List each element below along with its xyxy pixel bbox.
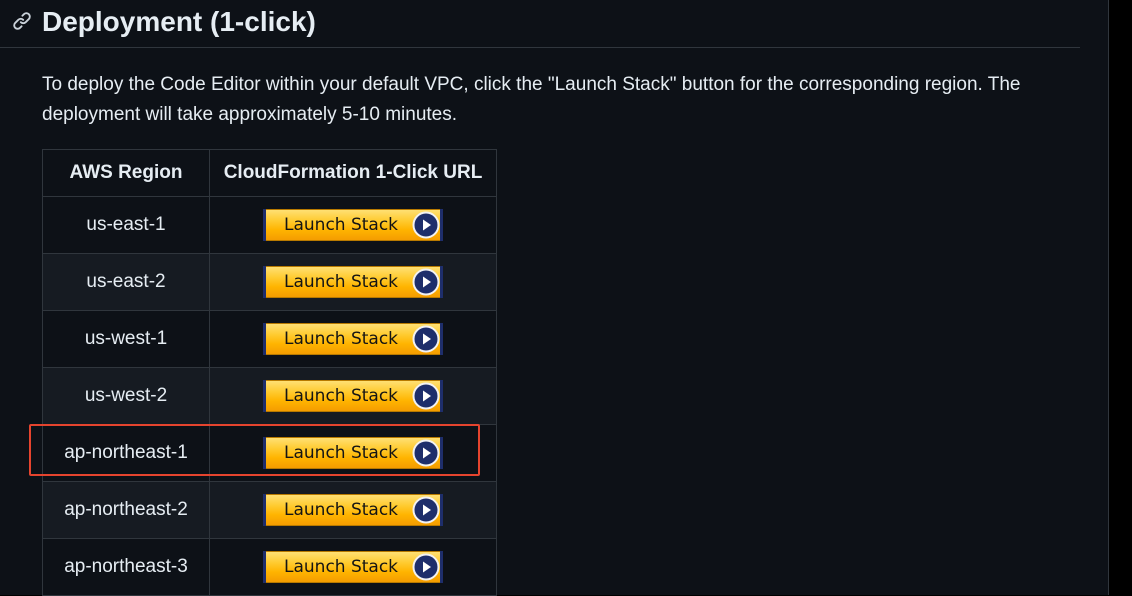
table-row: us-east-2 Launch Stack xyxy=(42,253,497,311)
launch-stack-button[interactable]: Launch Stack xyxy=(263,437,443,469)
region-cell: us-west-1 xyxy=(42,310,210,368)
intro-paragraph: To deploy the Code Editor within your de… xyxy=(42,74,1021,125)
launch-stack-button[interactable]: Launch Stack xyxy=(263,380,443,412)
region-cell: ap-northeast-2 xyxy=(42,481,210,539)
play-circle-icon xyxy=(412,325,440,353)
region-cell: us-west-2 xyxy=(42,367,210,425)
launch-stack-label: Launch Stack xyxy=(284,500,399,520)
region-cell: us-east-1 xyxy=(42,196,210,254)
url-cell: Launch Stack xyxy=(209,196,497,254)
play-circle-icon xyxy=(412,496,440,524)
column-header-url: CloudFormation 1-Click URL xyxy=(209,149,497,197)
region-cell: ap-northeast-3 xyxy=(42,538,210,596)
page-title: Deployment (1-click) xyxy=(42,6,316,37)
table-row: ap-northeast-3 Launch Stack xyxy=(42,538,497,596)
page: Deployment (1-click) To deploy the Code … xyxy=(0,0,1132,596)
play-circle-icon xyxy=(412,211,440,239)
launch-stack-button[interactable]: Launch Stack xyxy=(263,266,443,298)
url-cell: Launch Stack xyxy=(209,310,497,368)
launch-stack-button[interactable]: Launch Stack xyxy=(263,494,443,526)
region-cell: ap-northeast-1 xyxy=(42,424,210,482)
launch-stack-label: Launch Stack xyxy=(284,386,399,406)
table-row: ap-northeast-1 Launch Stack xyxy=(42,424,497,482)
url-cell: Launch Stack xyxy=(209,481,497,539)
play-circle-icon xyxy=(412,382,440,410)
table-row: us-west-2 Launch Stack xyxy=(42,367,497,425)
region-cell: us-east-2 xyxy=(42,253,210,311)
readme-content: Deployment (1-click) To deploy the Code … xyxy=(0,0,1109,596)
play-circle-icon xyxy=(412,268,440,296)
table-row: us-east-1 Launch Stack xyxy=(42,196,497,254)
column-header-region: AWS Region xyxy=(42,149,210,197)
regions-table: AWS Region CloudFormation 1-Click URL us… xyxy=(42,149,497,596)
link-icon[interactable] xyxy=(12,11,32,31)
launch-stack-button[interactable]: Launch Stack xyxy=(263,551,443,583)
launch-stack-button[interactable]: Launch Stack xyxy=(263,323,443,355)
launch-stack-label: Launch Stack xyxy=(284,557,399,577)
url-cell: Launch Stack xyxy=(209,253,497,311)
url-cell: Launch Stack xyxy=(209,367,497,425)
url-cell: Launch Stack xyxy=(209,424,497,482)
play-circle-icon xyxy=(412,553,440,581)
url-cell: Launch Stack xyxy=(209,538,497,596)
play-circle-icon xyxy=(412,439,440,467)
table-row: ap-northeast-2 Launch Stack xyxy=(42,481,497,539)
table-row: us-west-1 Launch Stack xyxy=(42,310,497,368)
heading-row: Deployment (1-click) xyxy=(0,0,1080,48)
table-header-row: AWS Region CloudFormation 1-Click URL xyxy=(42,149,497,197)
launch-stack-label: Launch Stack xyxy=(284,329,399,349)
launch-stack-label: Launch Stack xyxy=(284,272,399,292)
launch-stack-button[interactable]: Launch Stack xyxy=(263,209,443,241)
launch-stack-label: Launch Stack xyxy=(284,443,399,463)
launch-stack-label: Launch Stack xyxy=(284,215,399,235)
